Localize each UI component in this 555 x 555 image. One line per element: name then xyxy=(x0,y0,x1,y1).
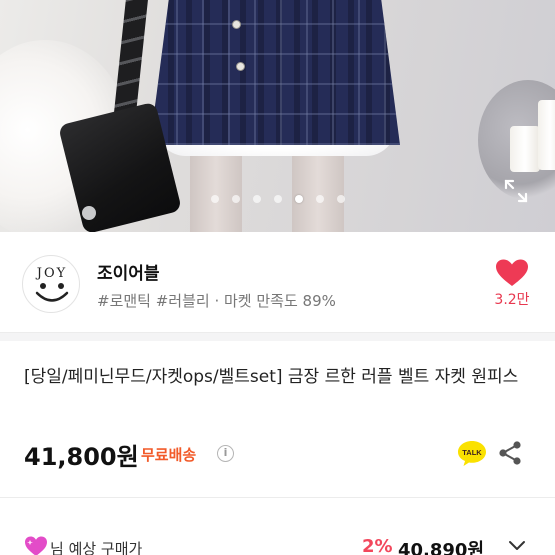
carousel-dot[interactable] xyxy=(273,195,282,203)
skirt-button xyxy=(232,20,241,29)
section-divider xyxy=(0,332,555,341)
carousel-dot[interactable] xyxy=(231,195,240,203)
carousel-dot[interactable] xyxy=(336,195,345,203)
svg-text:TALK: TALK xyxy=(462,448,482,457)
share-icon[interactable] xyxy=(497,440,523,466)
heart-icon[interactable] xyxy=(494,258,530,288)
kakao-talk-icon[interactable]: TALK xyxy=(457,439,487,467)
plaid-skirt xyxy=(150,0,400,145)
expected-discount: 2% xyxy=(362,536,393,555)
expand-icon[interactable] xyxy=(503,178,529,204)
sparkle-heart-icon xyxy=(25,536,47,555)
bag-buckle xyxy=(82,206,96,220)
candle-decor xyxy=(538,100,555,170)
chevron-down-icon[interactable] xyxy=(508,540,526,552)
like-count: 3.2만 xyxy=(494,292,530,308)
carousel-dot[interactable] xyxy=(210,195,219,203)
seller-section[interactable]: JOY 조이어블 #로맨틱 #러블리 · 마켓 만족도 89% 3.2만 xyxy=(0,232,555,332)
candle-decor xyxy=(510,126,540,172)
seller-avatar[interactable]: JOY xyxy=(22,255,80,313)
seller-tags: #로맨틱 #러블리 · 마켓 만족도 89% xyxy=(97,292,336,310)
expected-price-label: 님 예상 구매가 xyxy=(50,540,143,555)
carousel-dot[interactable] xyxy=(315,195,324,203)
carousel-dots xyxy=(0,195,555,203)
shipping-label: 무료배송 xyxy=(141,446,197,464)
skirt-button xyxy=(236,62,245,71)
carousel-dot[interactable] xyxy=(252,195,261,203)
seller-logo: JOY xyxy=(35,266,69,302)
info-icon[interactable]: i xyxy=(217,445,234,462)
expected-price: 40,890원 xyxy=(398,540,485,555)
seller-name[interactable]: 조이어블 xyxy=(97,259,160,284)
product-price: 41,800원 xyxy=(24,443,139,471)
product-title: [당일/페미닌무드/자켓ops/벨트set] 금장 르한 러플 벨트 자켓 원피… xyxy=(24,367,519,387)
product-image-carousel[interactable] xyxy=(0,0,555,232)
svg-text:JOY: JOY xyxy=(35,266,67,281)
carousel-dot-active[interactable] xyxy=(294,195,303,203)
row-divider xyxy=(0,497,555,498)
